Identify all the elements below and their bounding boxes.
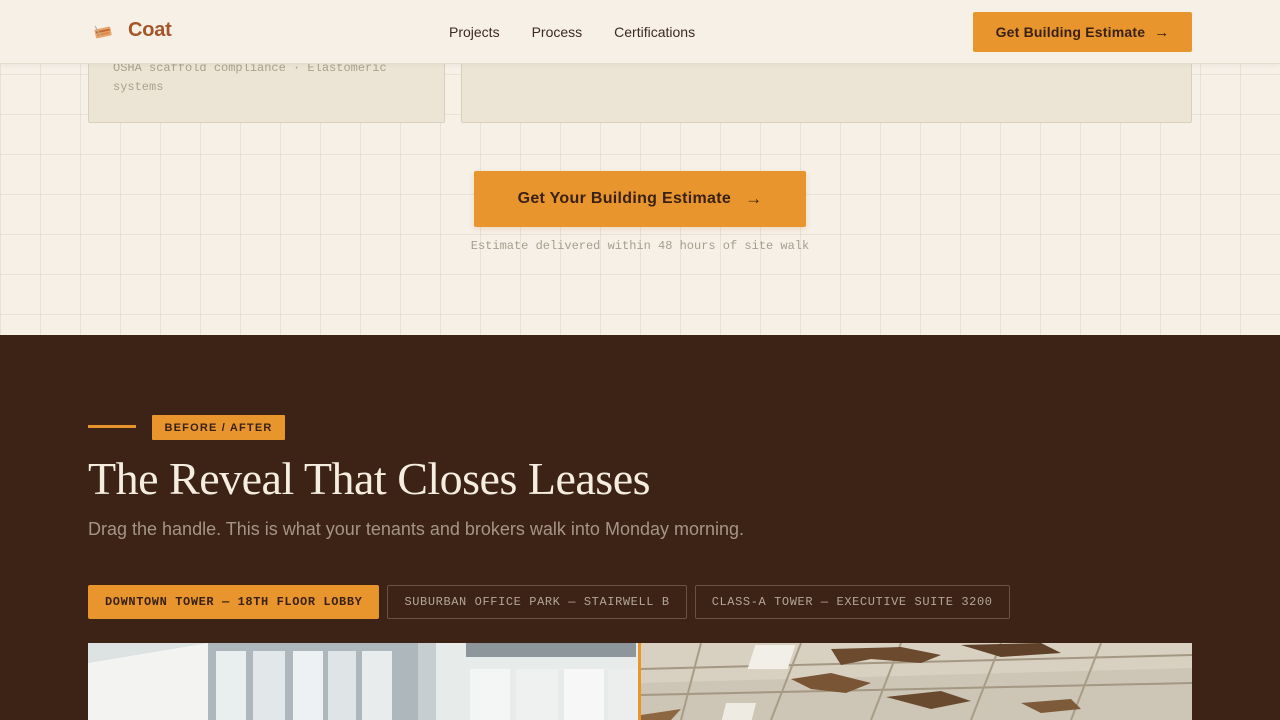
header-estimate-button[interactable]: Get Building Estimate → — [973, 12, 1192, 52]
slider-handle[interactable] — [638, 643, 641, 720]
section-title: The Reveal That Closes Leases — [88, 453, 651, 504]
cta-note: Estimate delivered within 48 hours of si… — [470, 239, 810, 253]
renovated-lobby-illustration — [88, 643, 639, 720]
before-after-slider[interactable] — [88, 643, 1192, 720]
site-header: Coat Projects Process Certifications Get… — [0, 0, 1280, 64]
section-subtitle: Drag the handle. This is what your tenan… — [88, 519, 745, 539]
tab-downtown-tower[interactable]: DOWNTOWN TOWER — 18TH FLOOR LOBBY — [88, 585, 380, 619]
tab-class-a-tower[interactable]: CLASS-A TOWER — EXECUTIVE SUITE 3200 — [694, 585, 1010, 619]
nav-process[interactable]: Process — [532, 24, 583, 40]
service-card-text: OSHA scaffold compliance · Elastomeric s… — [113, 61, 387, 94]
tab-suburban-office-park[interactable]: SUBURBAN OFFICE PARK — STAIRWELL B — [387, 585, 687, 619]
paint-roller-icon — [94, 25, 112, 38]
before-after-section: BEFORE / AFTER The Reveal That Closes Le… — [0, 335, 1280, 720]
section-accent-rule — [88, 425, 136, 428]
cta-label: Get Your Building Estimate — [517, 190, 732, 207]
brand-name: Coat — [128, 19, 172, 41]
before-image — [641, 643, 1192, 720]
nav-projects[interactable]: Projects — [449, 24, 500, 40]
header-cta-label: Get Building Estimate — [995, 24, 1146, 40]
arrow-right-icon: → — [1154, 23, 1170, 41]
after-image — [88, 643, 639, 720]
damaged-ceiling-illustration — [641, 643, 1192, 720]
brand-logo[interactable]: Coat — [93, 19, 172, 42]
nav-certifications[interactable]: Certifications — [614, 24, 695, 40]
arrow-right-icon: → — [745, 189, 763, 208]
main-nav: Projects Process Certifications — [449, 24, 727, 40]
before-after-badge: BEFORE / AFTER — [152, 415, 285, 440]
get-building-estimate-button[interactable]: Get Your Building Estimate → — [474, 171, 806, 227]
project-tabs: DOWNTOWN TOWER — 18TH FLOOR LOBBY SUBURB… — [88, 585, 1018, 619]
